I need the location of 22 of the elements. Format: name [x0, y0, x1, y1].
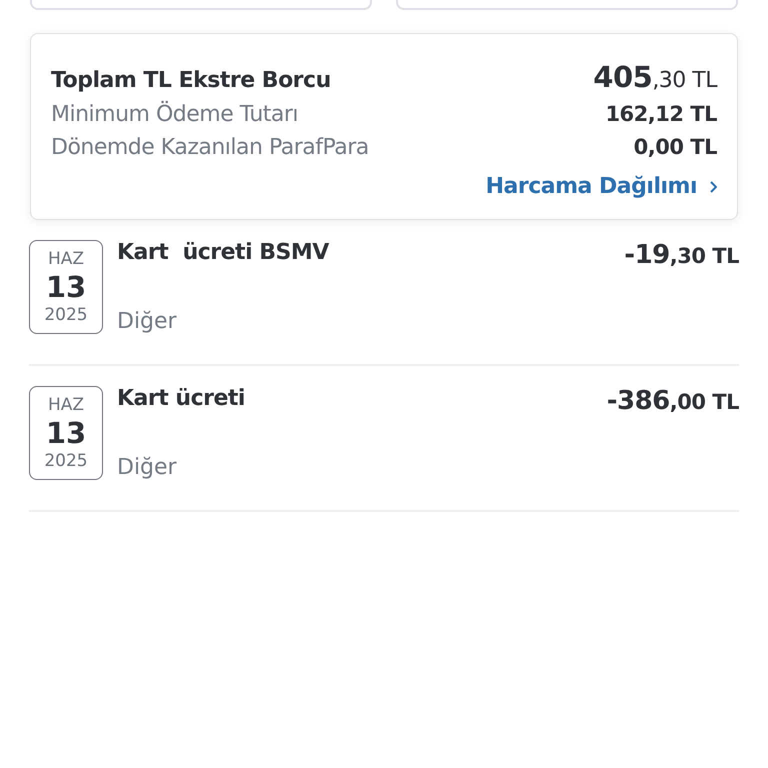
date-year: 2025: [44, 451, 88, 472]
date-month: HAZ: [48, 248, 84, 269]
spending-breakdown-link[interactable]: Harcama Dağılımı: [486, 174, 717, 199]
date-day: 13: [46, 414, 86, 452]
summary-label: Dönemde Kazanılan ParafPara: [51, 135, 369, 160]
chevron-icon: [709, 180, 717, 192]
date-month: HAZ: [48, 394, 84, 415]
total-amount: 405,30 TL: [593, 60, 717, 94]
transaction-title: Kart ücreti: [117, 386, 246, 411]
date-day: 13: [46, 268, 86, 306]
transaction-row[interactable]: HAZ 13 2025 Kart ücreti BSMV Diğer -19,30 TL: [29, 220, 739, 366]
summary-value: 0,00 TL: [634, 135, 717, 159]
transaction-category: Diğer: [117, 455, 178, 480]
date-year: 2025: [44, 305, 88, 326]
transaction-title: Kart ücreti BSMV: [117, 240, 330, 265]
summary-label: Minimum Ödeme Tutarı: [51, 102, 298, 127]
transaction-amount: -386,00 TL: [606, 390, 739, 414]
summary-value: 162,12 TL: [605, 102, 717, 126]
transaction-category: Diğer: [117, 309, 178, 334]
transaction-amount: -19,30 TL: [624, 244, 739, 268]
transaction-row[interactable]: HAZ 13 2025 Kart ücreti Diğer -386,00 TL: [29, 366, 739, 512]
statement-title: Toplam TL Ekstre Borcu: [51, 68, 331, 93]
